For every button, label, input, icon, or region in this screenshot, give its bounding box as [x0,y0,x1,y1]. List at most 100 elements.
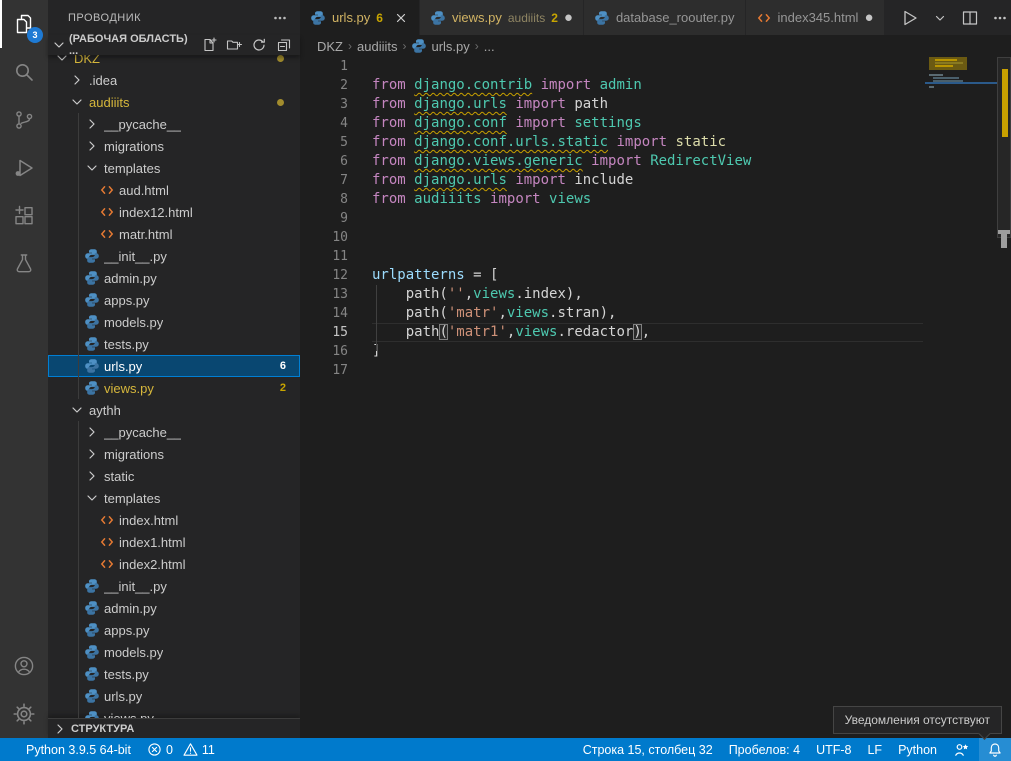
tab-views.py[interactable]: views.pyaudiiits2● [420,0,584,35]
tree-item-index12.html[interactable]: index12.html [48,201,300,223]
activity-item-run-debug[interactable] [0,144,48,192]
tree-item-label: migrations [104,447,164,462]
status-problems[interactable]: 011 [139,738,223,761]
status-encoding[interactable]: UTF-8 [808,738,859,761]
python-icon [411,38,427,54]
search-icon [12,60,36,84]
tree-item-__pycache__[interactable]: __pycache__ [48,421,300,443]
tree-item-tests.py[interactable]: tests.py [48,663,300,685]
tab-urls.py[interactable]: urls.py6 [300,0,420,35]
tab-index345.html[interactable]: index345.html● [746,0,885,35]
activity-item-testing[interactable] [0,240,48,288]
minimap[interactable] [925,57,997,197]
tree-item-audiiits[interactable]: audiiits [48,91,300,113]
tree-item-static[interactable]: static [48,465,300,487]
python-icon [430,10,446,26]
tree-item-index1.html[interactable]: index1.html [48,531,300,553]
tree-indent-guide [78,377,79,399]
breadcrumb-label: DKZ [317,39,343,54]
tree-item-index2.html[interactable]: index2.html [48,553,300,575]
refresh-icon[interactable] [251,37,267,53]
chevron-right-icon [52,721,68,737]
tree-item-urls.py[interactable]: urls.py6 [48,355,300,377]
tree-item-__pycache__[interactable]: __pycache__ [48,113,300,135]
status-eol[interactable]: LF [859,738,890,761]
activity-item-settings[interactable] [0,690,48,738]
tab-close-icon[interactable] [393,10,409,26]
tree-item-matr.html[interactable]: matr.html [48,223,300,245]
more-actions-icon[interactable] [992,10,1008,26]
activity-item-search[interactable] [0,48,48,96]
status-python-interpreter[interactable]: Python 3.9.5 64-bit [18,738,139,761]
scrollbar[interactable] [997,57,1011,738]
status-notifications-bell[interactable] [979,738,1011,761]
tree-item-models.py[interactable]: models.py [48,311,300,333]
status-feedback[interactable] [945,738,979,761]
activity-item-account[interactable] [0,642,48,690]
tree-item-admin.py[interactable]: admin.py [48,597,300,619]
status-language-mode[interactable]: Python [890,738,945,761]
status-indentation[interactable]: Пробелов: 4 [721,738,808,761]
line-number: 12 [300,266,348,285]
new-file-icon[interactable] [201,37,217,53]
tree-item-templates[interactable]: templates [48,157,300,179]
tree-item-views.py[interactable]: views.py2 [48,377,300,399]
tree-item-apps.py[interactable]: apps.py [48,289,300,311]
tree-item-__init__.py[interactable]: __init__.py [48,245,300,267]
python-icon [84,578,100,594]
tree-item-apps.py[interactable]: apps.py [48,619,300,641]
tree-item-label: urls.py [104,359,142,374]
run-icon[interactable] [899,8,919,28]
breadcrumb-item-urls.py[interactable]: urls.py [411,38,469,54]
tree-item-views.py[interactable]: views.py [48,707,300,718]
python-icon [84,688,100,704]
breadcrumb-item-audiiits[interactable]: audiiits [357,39,397,54]
chevron-down-icon [51,37,67,53]
tree-item-models.py[interactable]: models.py [48,641,300,663]
tree-item-label: templates [104,491,160,506]
tree-item-urls.py[interactable]: urls.py [48,685,300,707]
activity-bar: 3 [0,0,48,738]
tab-modified-dot[interactable]: ● [864,10,873,25]
tree-item-templates[interactable]: templates [48,487,300,509]
line-number: 16 [300,342,348,361]
new-folder-icon[interactable] [226,37,242,53]
outline-section-header[interactable]: СТРУКТУРА [48,718,300,738]
tree-item-aud.html[interactable]: aud.html [48,179,300,201]
tree-item-DKZ[interactable]: DKZ [48,55,300,69]
overview-ruler-warning [1002,69,1008,137]
tree-item-admin.py[interactable]: admin.py [48,267,300,289]
tree-item-label: models.py [104,645,163,660]
tab-database_roouter.py[interactable]: database_roouter.py [584,0,746,35]
status-bar: Python 3.9.5 64-bit 011 Строка 15, столбе… [0,738,1011,761]
tree-item-aythh[interactable]: aythh [48,399,300,421]
tree-indent-guide [78,179,79,201]
explorer-more-icon[interactable] [272,10,288,26]
tree-item-index.html[interactable]: index.html [48,509,300,531]
code-line-12: 12urlpatterns = [ [300,266,1011,285]
status-cursor-position[interactable]: Строка 15, столбец 32 [575,738,721,761]
status-label: Python 3.9.5 64-bit [26,743,131,757]
tree-item-migrations[interactable]: migrations [48,443,300,465]
split-editor-icon[interactable] [961,9,979,27]
breadcrumb-item-...[interactable]: ... [484,39,495,54]
tab-label: views.py [452,10,502,25]
workspace-section-header[interactable]: (РАБОЧАЯ ОБЛАСТЬ) ... [48,35,300,55]
status-label: Пробелов: 4 [729,743,800,757]
breadcrumb-item-DKZ[interactable]: DKZ [317,39,343,54]
tab-modified-dot[interactable]: ● [564,10,573,25]
tree-item-migrations[interactable]: migrations [48,135,300,157]
collapse-all-icon[interactable] [276,37,292,53]
code-line-13: 13 path('',views.index), [300,285,1011,304]
tree-item-__init__.py[interactable]: __init__.py [48,575,300,597]
activity-item-explorer[interactable]: 3 [0,0,48,48]
code-editor[interactable]: 12from django.contrib import admin3from … [300,57,1011,738]
activity-item-extensions[interactable] [0,192,48,240]
tree-item-tests.py[interactable]: tests.py [48,333,300,355]
status-label: Python [898,743,937,757]
run-dropdown-icon[interactable] [932,10,948,26]
line-number: 10 [300,228,348,247]
tree-item-.idea[interactable]: .idea [48,69,300,91]
line-content: ] [372,342,923,361]
activity-item-source-control[interactable] [0,96,48,144]
